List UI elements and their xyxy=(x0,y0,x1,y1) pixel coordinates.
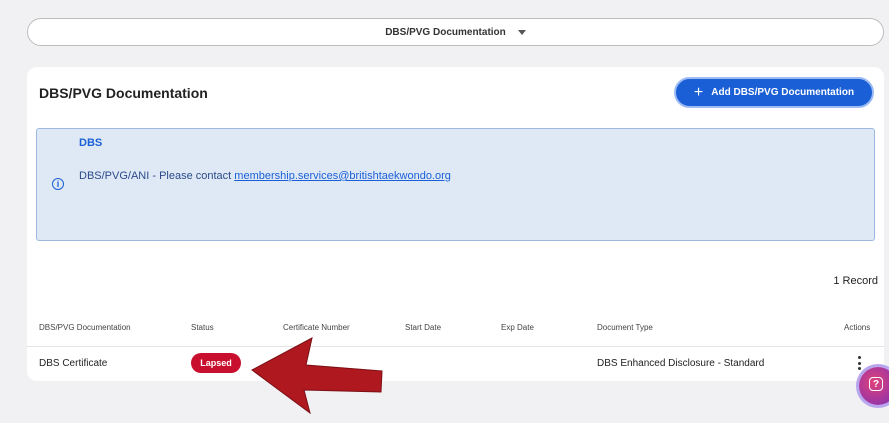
annotation-arrow xyxy=(251,337,383,415)
annotation-arrow-shape xyxy=(251,337,383,415)
help-chat-icon: ? xyxy=(869,377,883,391)
help-chat-button[interactable]: ? xyxy=(859,367,889,405)
